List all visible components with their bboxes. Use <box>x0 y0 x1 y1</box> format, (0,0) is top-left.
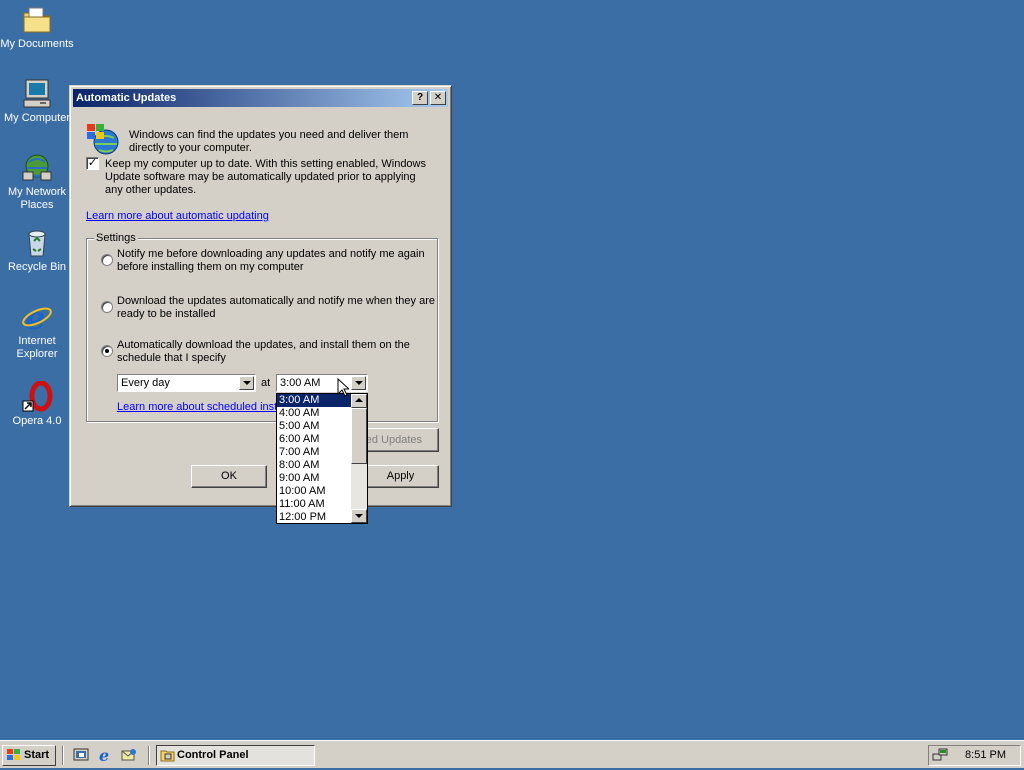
desktop-icon-label: My Documents <box>0 38 74 50</box>
windows-update-globe-icon <box>86 122 120 156</box>
taskbar-separator <box>148 746 150 765</box>
time-option[interactable]: 11:00 AM <box>277 498 353 511</box>
time-option[interactable]: 10:00 AM <box>277 485 353 498</box>
folder-documents-icon <box>21 4 53 36</box>
start-label: Start <box>24 749 50 761</box>
desktop-icon-label: Internet Explorer <box>16 335 58 360</box>
recycle-bin-icon <box>21 227 53 259</box>
internet-explorer-icon: e <box>21 299 53 337</box>
radio-notify-before-download[interactable] <box>101 254 113 266</box>
time-option[interactable]: 6:00 AM <box>277 433 353 446</box>
chevron-down-icon[interactable] <box>351 376 366 390</box>
scroll-down-button[interactable] <box>351 509 367 523</box>
radio-download-and-notify[interactable] <box>101 301 113 313</box>
network-places-icon <box>21 152 53 184</box>
desktop-icon-label: My Computer <box>3 112 71 124</box>
windows-logo-icon <box>6 748 22 762</box>
desktop-icon-my-documents[interactable]: My Documents <box>0 4 74 51</box>
computer-icon <box>21 78 53 110</box>
desktop-icon-my-network-places[interactable]: My Network Places <box>0 152 74 212</box>
time-option[interactable]: 4:00 AM <box>277 407 353 420</box>
time-option[interactable]: 9:00 AM <box>277 472 353 485</box>
system-tray: 8:51 PM <box>928 745 1021 766</box>
title-bar[interactable]: Automatic Updates ? ✕ <box>73 89 448 107</box>
outlook-express-icon[interactable] <box>121 747 137 763</box>
desktop-icon-label: My Network Places <box>7 186 67 211</box>
time-option[interactable]: 5:00 AM <box>277 420 353 433</box>
close-button[interactable]: ✕ <box>430 91 446 105</box>
at-label: at <box>261 377 271 389</box>
time-dropdown-list[interactable]: 3:00 AM 4:00 AM 5:00 AM 6:00 AM 7:00 AM … <box>276 393 368 524</box>
learn-more-scheduled-link[interactable]: Learn more about scheduled insta <box>117 401 283 414</box>
time-select-value: 3:00 AM <box>280 377 321 389</box>
option-automatic-schedule-label: Automatically download the updates, and … <box>117 339 410 364</box>
ok-button[interactable]: OK <box>191 465 267 488</box>
task-button-label: Control Panel <box>177 749 249 761</box>
desktop-icon-recycle-bin[interactable]: Recycle Bin <box>0 227 74 274</box>
window-title: Automatic Updates <box>76 92 177 104</box>
desktop-icon-label: Opera 4.0 <box>12 415 62 427</box>
show-desktop-icon[interactable] <box>73 747 89 763</box>
dropdown-scrollbar[interactable] <box>351 394 367 523</box>
scroll-thumb[interactable] <box>351 408 367 464</box>
svg-text:e: e <box>99 747 109 763</box>
desktop-icon-internet-explorer[interactable]: e Internet Explorer <box>0 299 74 361</box>
time-option[interactable]: 12:00 PM <box>277 511 353 524</box>
desktop-icon-label: Recycle Bin <box>7 261 67 273</box>
taskbar: Start e Control Panel 8:51 PM <box>0 740 1024 768</box>
keep-up-to-date-checkbox[interactable]: ✓ <box>86 157 99 170</box>
internet-explorer-icon[interactable]: e <box>97 746 113 765</box>
intro-text: Windows can find the updates you need an… <box>129 129 409 154</box>
radio-automatic-schedule[interactable] <box>101 345 113 357</box>
network-status-icon[interactable] <box>932 747 948 763</box>
taskbar-control-panel-button[interactable]: Control Panel <box>156 745 315 766</box>
day-select-value: Every day <box>121 377 170 389</box>
radio-selected-dot <box>105 349 109 353</box>
chevron-down-icon[interactable] <box>239 376 254 390</box>
time-select[interactable]: 3:00 AM <box>276 374 368 392</box>
scroll-up-button[interactable] <box>351 394 367 408</box>
option-notify-before-download-label: Notify me before downloading any updates… <box>117 248 425 273</box>
desktop-icon-opera[interactable]: Opera 4.0 <box>0 380 74 428</box>
taskbar-separator <box>62 746 64 765</box>
time-option[interactable]: 8:00 AM <box>277 459 353 472</box>
help-button[interactable]: ? <box>412 91 428 105</box>
learn-more-automatic-updating-link[interactable]: Learn more about automatic updating <box>86 210 269 223</box>
opera-icon <box>21 380 53 413</box>
control-panel-icon <box>160 748 175 762</box>
start-button[interactable]: Start <box>2 745 56 766</box>
apply-button[interactable]: Apply <box>362 465 439 488</box>
desktop-icon-my-computer[interactable]: My Computer <box>0 78 74 125</box>
day-select[interactable]: Every day <box>117 374 256 392</box>
time-option[interactable]: 7:00 AM <box>277 446 353 459</box>
option-download-and-notify-label: Download the updates automatically and n… <box>117 295 435 320</box>
automatic-updates-dialog: Automatic Updates ? ✕ Windows can find t… <box>69 85 452 507</box>
mouse-cursor-icon <box>337 377 351 397</box>
clock[interactable]: 8:51 PM <box>965 746 1006 765</box>
settings-group-label: Settings <box>94 232 138 244</box>
keep-up-to-date-label: Keep my computer up to date. With this s… <box>105 158 426 196</box>
svg-text:e: e <box>25 301 45 333</box>
